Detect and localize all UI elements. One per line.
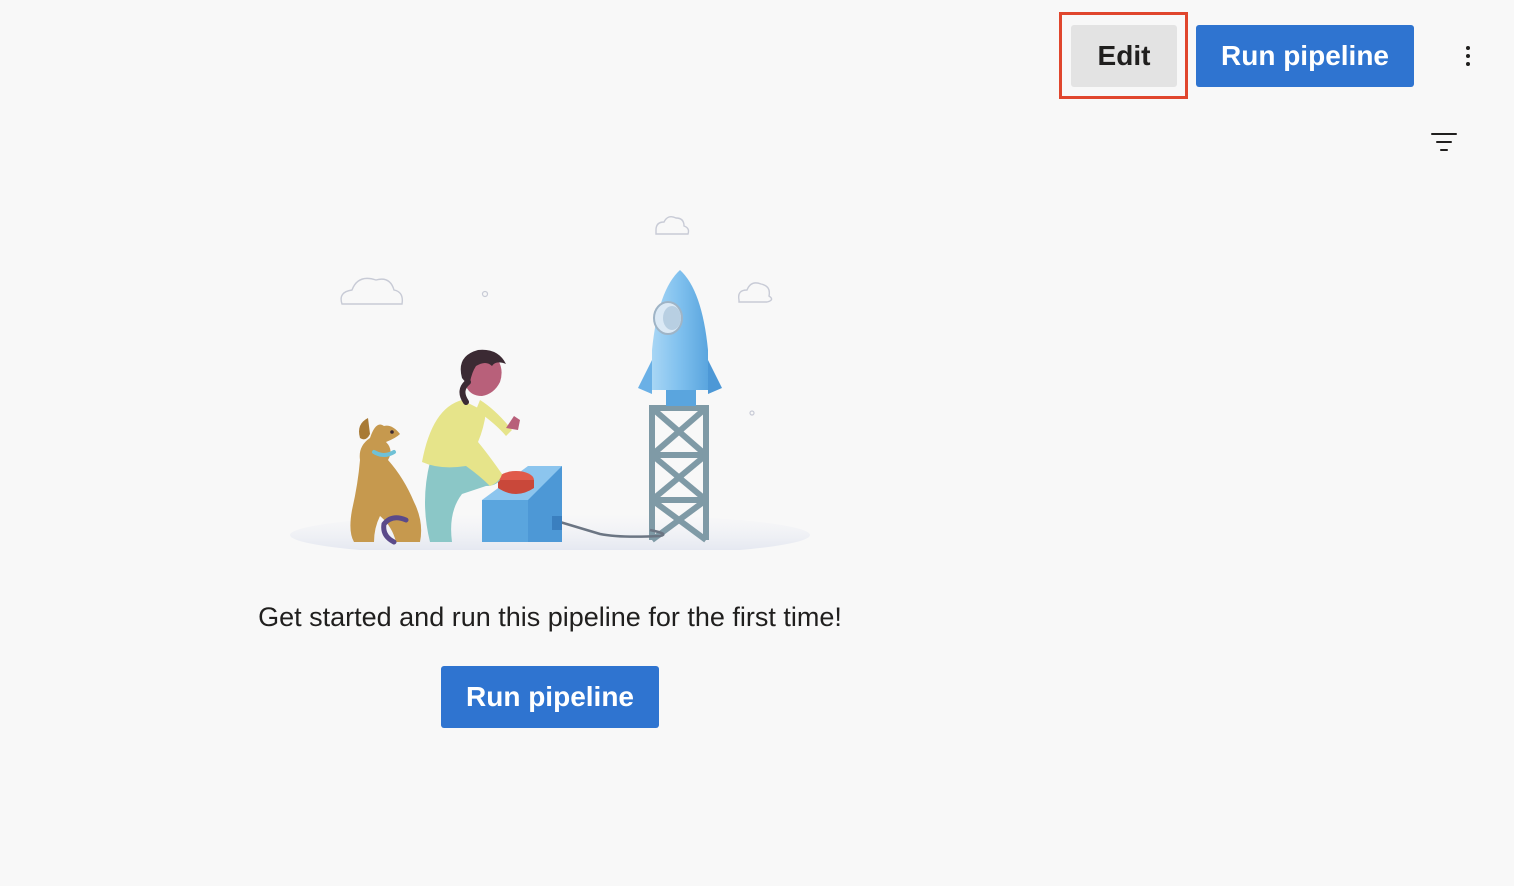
pipeline-page: Edit Run pipeline Get started and run th… — [0, 0, 1514, 886]
run-pipeline-center-button[interactable]: Run pipeline — [441, 666, 659, 728]
more-actions-button[interactable] — [1448, 34, 1488, 78]
run-pipeline-button[interactable]: Run pipeline — [1196, 25, 1414, 87]
cloud-icon — [340, 215, 773, 305]
empty-state-message: Get started and run this pipeline for th… — [258, 602, 842, 632]
dog-illustration — [350, 418, 422, 545]
filter-icon — [1431, 133, 1457, 151]
rocket-icon — [638, 270, 722, 406]
more-vertical-icon — [1466, 46, 1470, 66]
empty-state: Get started and run this pipeline for th… — [200, 210, 900, 750]
rocket-launch-illustration — [290, 215, 810, 550]
header-toolbar: Edit Run pipeline — [0, 0, 1514, 151]
edit-button[interactable]: Edit — [1071, 25, 1177, 87]
filter-button[interactable] — [1424, 122, 1464, 162]
